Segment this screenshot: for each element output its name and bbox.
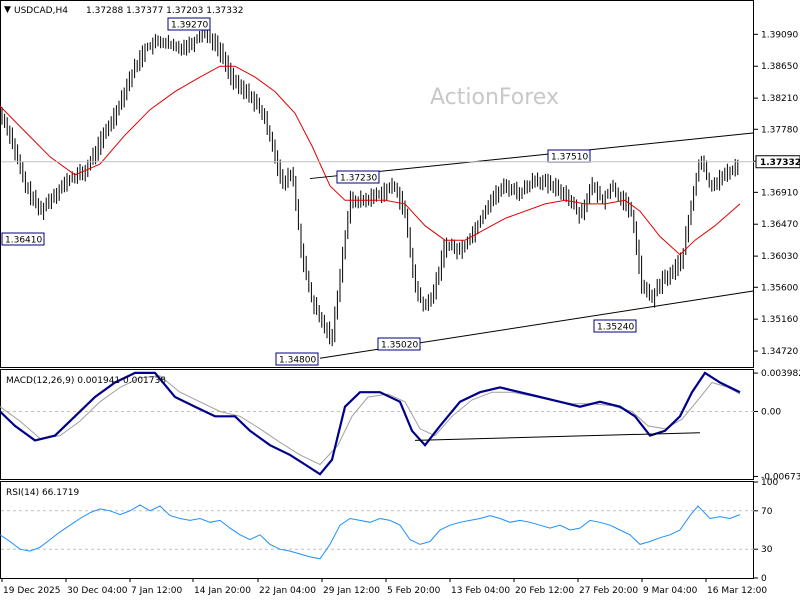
macd-axis: 0.0039820.00-0.006737 [1,369,800,482]
dropdown-arrow-icon[interactable]: ▼ [4,5,11,15]
time-tick-label: 19 Dec 2025 [3,586,61,596]
macd-line [0,371,741,476]
swing-label: 1.37230 [340,174,377,184]
price-tick-label: 1.38210 [761,94,798,104]
price-tick-label: 1.39090 [761,30,798,40]
swing-label: 1.36410 [5,236,42,246]
rsi-axis: 100 70 30 0 [1,478,778,584]
rsi-line [0,504,741,560]
macd-tick-label: 0.003982 [761,369,800,379]
time-tick-label: 9 Mar 04:00 [643,586,698,596]
macd-signal-line [0,375,741,466]
time-tick-label: 27 Feb 20:00 [579,586,638,596]
price-bars [1,23,739,347]
macd-trendline [414,432,701,441]
chart-canvas: ActionForex 1.39090 1.38650 1.38210 1.37780… [0,0,800,596]
price-axis: 1.390901.386501.382101.377801.373401.369… [754,30,798,357]
channel-trendlines [309,132,755,359]
price-tick-label: 1.35160 [761,315,798,325]
rsi-tick-label: 100 [761,478,778,488]
time-tick-label: 29 Jan 12:00 [323,586,380,596]
macd-label: MACD(12,26,9) 0.001941 0.001738 [6,376,166,386]
time-tick-label: 13 Feb 04:00 [451,586,510,596]
price-tick-label: 1.34720 [761,347,798,357]
price-tick-label: 1.36910 [761,188,798,198]
rsi-label: RSI(14) 66.1719 [6,488,79,498]
rsi-tick-label: 30 [761,545,773,555]
time-tick-label: 22 Jan 04:00 [259,586,316,596]
swing-label: 1.39270 [171,21,208,31]
rsi-tick-label: 70 [761,507,773,517]
watermark: ActionForex [430,85,559,110]
symbol-label: USDCAD,H4 [14,6,68,16]
rsi-tick-label: 0 [761,574,767,584]
price-panel-frame [0,0,754,368]
swing-label: 1.35240 [597,323,634,333]
ohlc-readout: 1.37288 1.37377 1.37203 1.37332 [86,6,243,16]
swing-label: 1.35020 [381,341,418,351]
rsi-panel-frame [0,481,754,579]
price-tick-label: 1.38650 [761,62,798,72]
time-tick-label: 5 Feb 20:00 [387,586,441,596]
time-tick-label: 16 Mar 12:00 [707,586,767,596]
price-tick-label: 1.35600 [761,283,798,293]
time-tick-label: 14 Jan 20:00 [194,586,251,596]
swing-label: 1.34800 [279,356,316,366]
time-tick-label: 30 Dec 04:00 [67,586,128,596]
price-tick-label: 1.37780 [761,125,798,135]
last-price-marker: 1.37332 [1,155,800,169]
moving-average-line [0,65,741,256]
last-price-label: 1.37332 [760,158,800,168]
time-tick-label: 7 Jan 12:00 [131,586,183,596]
price-tick-label: 1.36030 [761,252,798,262]
price-tick-label: 1.36470 [761,220,798,230]
swing-label: 1.37510 [551,153,588,163]
time-tick-label: 20 Feb 12:00 [515,586,574,596]
time-axis: 19 Dec 2025 30 Dec 04:00 7 Jan 12:00 14 Jan… [1,578,767,596]
macd-tick-label: 0.00 [761,407,781,417]
